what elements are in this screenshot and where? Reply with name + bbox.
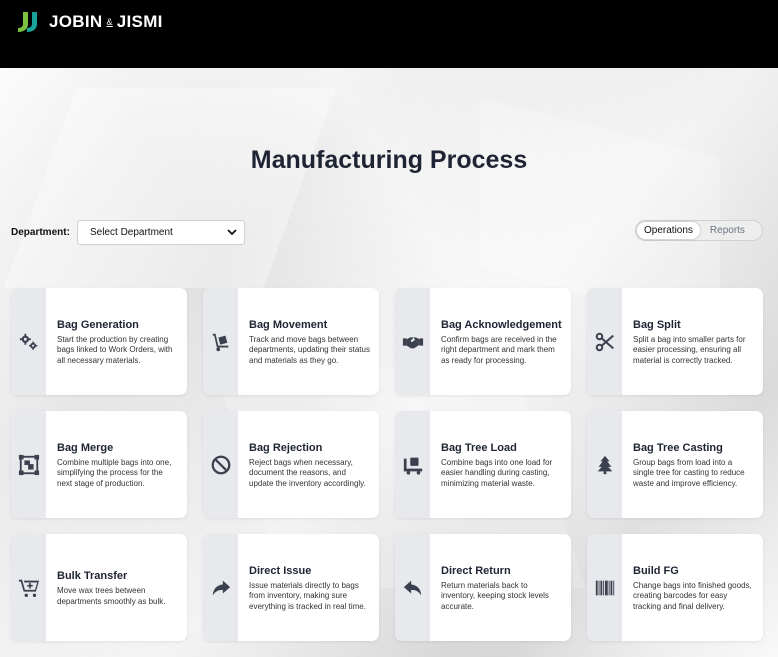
card-icon-rail [11, 534, 46, 641]
brand-name-left: JOBIN [49, 12, 103, 31]
card-bag-split[interactable]: Bag Split Split a bag into smaller parts… [587, 288, 763, 395]
cart-plus-icon [18, 579, 39, 597]
card-icon-rail [395, 534, 430, 641]
card-body: Build FG Change bags into finished goods… [633, 534, 755, 641]
brand-logo[interactable]: JOBIN & JISMI [17, 9, 163, 35]
card-description: Reject bags when necessary, document the… [249, 457, 366, 488]
card-description: Change bags into finished goods, creatin… [633, 580, 752, 611]
department-select[interactable]: Select Department [77, 220, 245, 245]
tab-operations[interactable]: Operations [637, 222, 700, 239]
card-title: Bag Movement [249, 318, 328, 331]
handshake-icon [402, 336, 423, 348]
card-bag-merge[interactable]: Bag Merge Combine multiple bags into one… [11, 411, 187, 518]
top-bar: JOBIN & JISMI [0, 0, 778, 68]
hand-truck-icon [212, 333, 228, 351]
card-title: Direct Issue [249, 564, 312, 577]
card-title: Bag Merge [57, 441, 114, 454]
dolly-icon [403, 457, 422, 475]
card-bag-tree-load[interactable]: Bag Tree Load Combine bags into one load… [395, 411, 571, 518]
card-description: Confirm bags are received in the right d… [441, 334, 557, 365]
gears-icon [19, 333, 37, 350]
object-group-icon [18, 454, 39, 475]
card-body: Bulk Transfer Move wax trees between dep… [57, 534, 179, 641]
card-bulk-transfer[interactable]: Bulk Transfer Move wax trees between dep… [11, 534, 187, 641]
tab-reports[interactable]: Reports [703, 222, 752, 239]
card-bag-tree-casting[interactable]: Bag Tree Casting Group bags from load in… [587, 411, 763, 518]
card-icon-rail [203, 288, 238, 395]
card-direct-issue[interactable]: Direct Issue Issue materials directly to… [203, 534, 379, 641]
card-bag-generation[interactable]: Bag Generation Start the production by c… [11, 288, 187, 395]
card-description: Split a bag into smaller parts for easie… [633, 334, 746, 365]
card-body: Direct Return Return materials back to i… [441, 534, 563, 641]
card-body: Bag Rejection Reject bags when necessary… [249, 411, 371, 518]
card-body: Bag Tree Casting Group bags from load in… [633, 411, 755, 518]
card-body: Direct Issue Issue materials directly to… [249, 534, 371, 641]
card-title: Bag Generation [57, 318, 139, 331]
card-icon-rail [395, 411, 430, 518]
card-title: Bulk Transfer [57, 570, 128, 582]
card-build-fg[interactable]: Build FG Change bags into finished goods… [587, 534, 763, 641]
card-icon-rail [11, 288, 46, 395]
card-title: Bag Acknowledgement [441, 318, 562, 331]
card-title: Bag Tree Casting [633, 441, 723, 454]
card-description: Return materials back to inventory, keep… [441, 580, 549, 611]
card-icon-rail [587, 288, 622, 395]
background-shape [3, 88, 337, 288]
scissors-icon [595, 332, 614, 351]
barcode-icon [595, 580, 614, 595]
card-body: Bag Acknowledgement Confirm bags are rec… [441, 288, 563, 395]
card-icon-rail [587, 411, 622, 518]
ban-icon [211, 455, 230, 474]
view-toggle: Operations Reports [635, 220, 763, 241]
card-title: Bag Tree Load [441, 441, 517, 454]
card-title: Direct Return [441, 564, 511, 577]
card-description: Combine bags into one load for easier ha… [441, 457, 553, 488]
card-icon-rail [11, 411, 46, 518]
card-description: Issue materials directly to bags from in… [249, 580, 366, 611]
card-body: Bag Movement Track and move bags between… [249, 288, 371, 395]
card-description: Start the production by creating bags li… [57, 334, 173, 365]
card-icon-rail [203, 411, 238, 518]
department-select-value: Select Department [90, 227, 173, 238]
card-description: Group bags from load into a single tree … [633, 457, 745, 488]
tree-icon [597, 455, 612, 474]
reply-arrow-icon [403, 580, 421, 595]
card-title: Build FG [633, 564, 679, 577]
card-title: Bag Split [633, 318, 681, 331]
card-icon-rail [587, 534, 622, 641]
card-body: Bag Generation Start the production by c… [57, 288, 179, 395]
card-title: Bag Rejection [249, 441, 323, 454]
card-icon-rail [395, 288, 430, 395]
card-description: Combine multiple bags into one, simplify… [57, 457, 172, 488]
card-body: Bag Tree Load Combine bags into one load… [441, 411, 563, 518]
logo-mark-icon [18, 12, 37, 32]
brand-name: JOBIN & JISMI [49, 12, 163, 32]
card-direct-return[interactable]: Direct Return Return materials back to i… [395, 534, 571, 641]
card-bag-rejection[interactable]: Bag Rejection Reject bags when necessary… [203, 411, 379, 518]
share-arrow-icon [212, 580, 230, 595]
page-title: Manufacturing Process [250, 146, 528, 174]
brand-amp: & [106, 17, 113, 27]
card-description: Move wax trees between departments smoot… [57, 586, 166, 606]
main-content: Manufacturing Process Department: Select… [0, 68, 778, 657]
card-icon-rail [203, 534, 238, 641]
card-bag-movement[interactable]: Bag Movement Track and move bags between… [203, 288, 379, 395]
card-description: Track and move bags between departments,… [249, 334, 370, 365]
department-label: Department: [11, 227, 70, 238]
chevron-down-icon [227, 229, 237, 236]
brand-name-right: JISMI [116, 12, 163, 31]
card-body: Bag Split Split a bag into smaller parts… [633, 288, 755, 395]
card-bag-acknowledgement[interactable]: Bag Acknowledgement Confirm bags are rec… [395, 288, 571, 395]
card-body: Bag Merge Combine multiple bags into one… [57, 411, 179, 518]
